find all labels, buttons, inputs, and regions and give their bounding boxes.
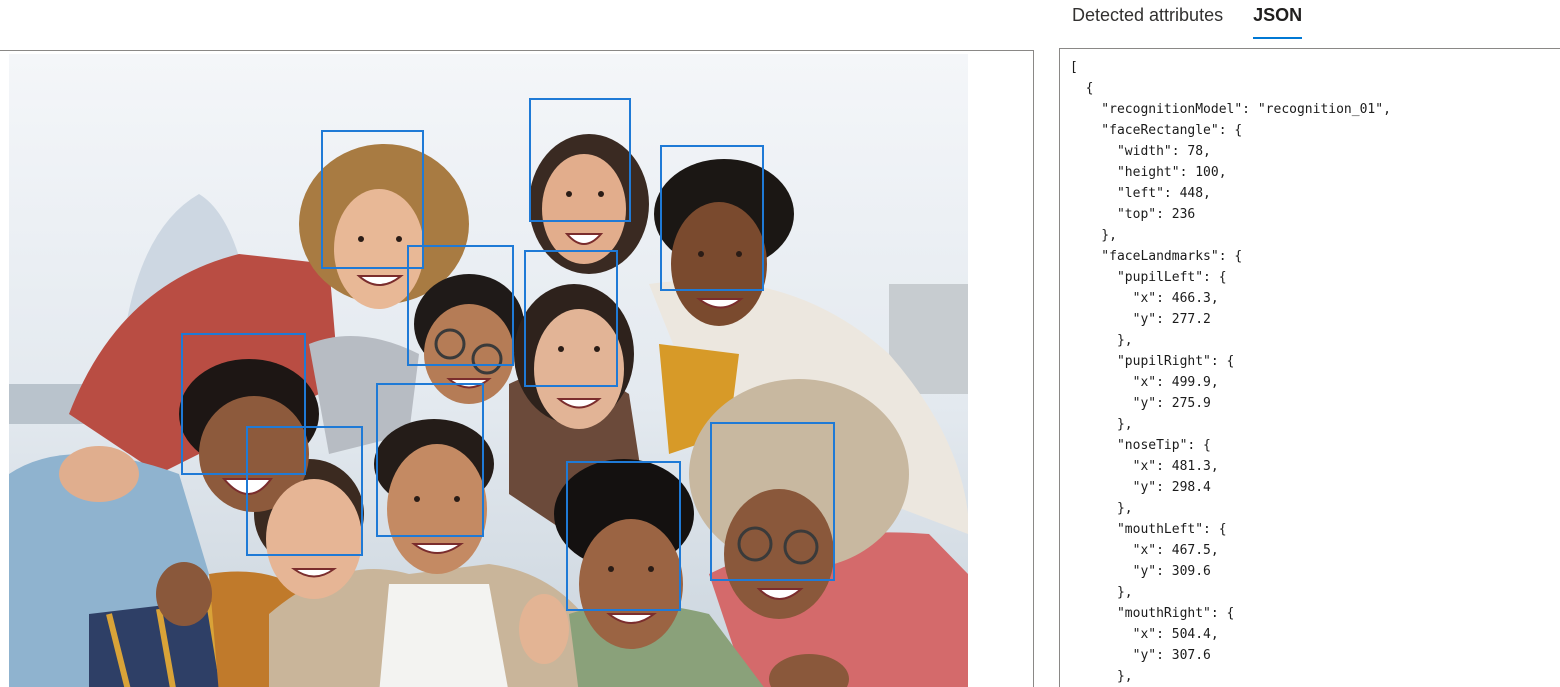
json-line: "pupilRight": { <box>1070 354 1235 369</box>
tab-detected-attributes[interactable]: Detected attributes <box>1072 0 1223 39</box>
json-line: "height": 100, <box>1070 165 1227 180</box>
json-line: }, <box>1070 585 1133 600</box>
json-line: "top": 236 <box>1070 207 1196 222</box>
json-output-panel[interactable]: [ { "recognitionModel": "recognition_01"… <box>1059 48 1560 687</box>
face-box-8[interactable] <box>376 383 484 537</box>
json-line: "mouthLeft": { <box>1070 522 1227 537</box>
json-line: "left": 448, <box>1070 186 1211 201</box>
json-line: "x": 499.9, <box>1070 375 1219 390</box>
face-box-9[interactable] <box>566 461 681 611</box>
image-panel <box>0 50 1034 687</box>
face-box-3[interactable] <box>660 145 764 291</box>
json-line: }, <box>1070 669 1133 684</box>
json-line: "x": 481.3, <box>1070 459 1219 474</box>
json-line: "noseTip": { <box>1070 438 1211 453</box>
face-detection-view: Detected attributes JSON [{"recognitio… <box>0 0 1560 687</box>
json-line: "recognitionModel": "recognition_01", <box>1070 102 1391 117</box>
json-output-text: [ { "recognitionModel": "recognition_01"… <box>1060 49 1560 687</box>
json-line: "y": 298.4 <box>1070 480 1211 495</box>
json-line: }, <box>1070 333 1133 348</box>
json-line: "x": 466.3, <box>1070 291 1219 306</box>
json-line: [ <box>1070 60 1078 75</box>
face-box-7[interactable] <box>246 426 363 556</box>
json-line: "pupilLeft": { <box>1070 270 1227 285</box>
face-box-5[interactable] <box>524 250 618 387</box>
json-line: }, <box>1070 417 1133 432</box>
json-line: "x": 504.4, <box>1070 627 1219 642</box>
json-line: "x": 467.5, <box>1070 543 1219 558</box>
json-line: "y": 309.6 <box>1070 564 1211 579</box>
json-line: }, <box>1070 501 1133 516</box>
json-line: "faceRectangle": { <box>1070 123 1243 138</box>
result-tabs: Detected attributes JSON <box>1072 0 1303 40</box>
group-photo-illustration <box>9 54 968 687</box>
json-line: { <box>1070 81 1094 96</box>
face-box-4[interactable] <box>407 245 514 366</box>
json-line: }, <box>1070 228 1117 243</box>
tab-json[interactable]: JSON <box>1253 0 1303 39</box>
json-line: "y": 277.2 <box>1070 312 1211 327</box>
json-line: "y": 307.6 <box>1070 648 1211 663</box>
group-photo <box>9 54 968 687</box>
json-line: "mouthRight": { <box>1070 606 1235 621</box>
json-line: "faceLandmarks": { <box>1070 249 1243 264</box>
json-line: "y": 275.9 <box>1070 396 1211 411</box>
face-box-2[interactable] <box>529 98 631 222</box>
json-line: "width": 78, <box>1070 144 1211 159</box>
face-box-10[interactable] <box>710 422 835 581</box>
